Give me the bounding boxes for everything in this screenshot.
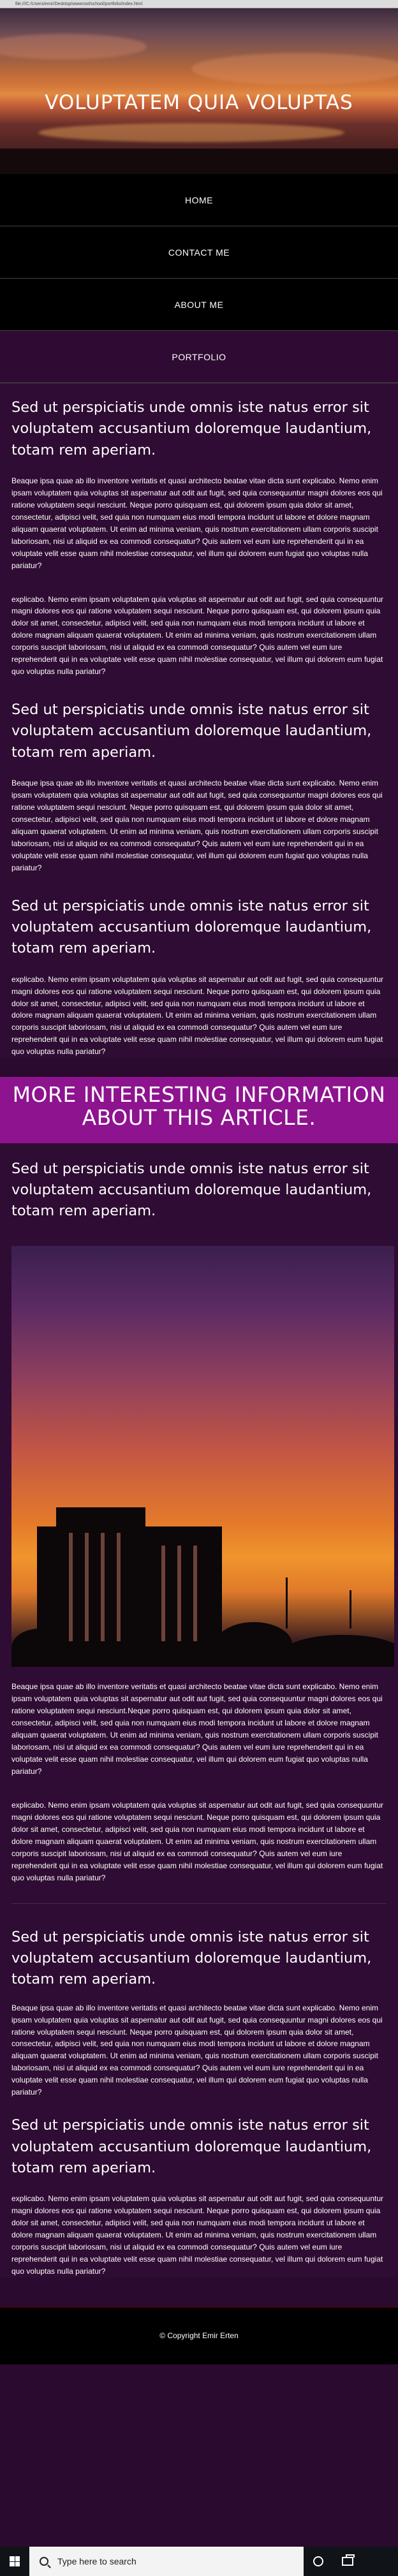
photo-window [69,1533,73,1642]
nav-item-contact[interactable]: CONTACT ME [0,226,398,279]
more-info-section: Sed ut perspiciatis unde omnis iste natu… [0,1143,398,2278]
more-heading: Sed ut perspiciatis unde omnis iste natu… [11,1160,372,1220]
photo-building [145,1526,222,1667]
more-heading: Sed ut perspiciatis unde omnis iste natu… [11,1928,372,1988]
address-url: file:///C:/Users/emir/Desktop/wwwroot/sc… [15,2,143,6]
photo-pole [286,1577,288,1629]
windows-icon[interactable] [0,2547,29,2576]
hero-cloud [0,34,147,59]
browser-address-bar[interactable]: file:///C:/Users/emir/Desktop/wwwroot/sc… [0,0,398,8]
article-heading: Sed ut perspiciatis unde omnis iste natu… [11,701,372,761]
section-divider [11,1903,387,1904]
article-paragraph: explicabo. Nemo enim ipsam voluptatem qu… [11,594,384,677]
hero-title: VOLUPTATEM QUIA VOLUPTAS [45,91,353,114]
nav-item-home[interactable]: HOME [0,174,398,226]
photo-window [177,1546,181,1642]
hero-cloud [38,123,344,142]
hero-skyline [0,149,398,174]
article-heading: Sed ut perspiciatis unde omnis iste natu… [11,897,372,957]
more-paragraph: Beaque ipsa quae ab illo inventore verit… [11,1682,383,1776]
page-footer: © Copyright Emir Erten [0,2306,398,2364]
main-nav: HOME CONTACT ME ABOUT ME PORTFOLIO [0,174,398,383]
photo-tree [11,1628,69,1667]
search-icon [40,2557,48,2566]
sunset-photo [11,1246,394,1667]
nav-item-about[interactable]: ABOUT ME [0,279,398,331]
photo-tree [286,1635,394,1667]
nav-item-portfolio[interactable]: PORTFOLIO [0,331,398,383]
more-paragraph: explicabo. Nemo enim ipsam voluptatem qu… [11,1801,384,1882]
photo-window [117,1533,121,1642]
photo-pole [350,1590,351,1629]
article-section: Sed ut perspiciatis unde omnis iste natu… [0,383,398,1058]
task-view-icon[interactable] [333,2547,362,2576]
hero-cloud [191,53,398,85]
more-heading: Sed ut perspiciatis unde omnis iste natu… [11,2117,372,2176]
article-paragraph: explicabo. Nemo enim ipsam voluptatem qu… [11,974,384,1057]
article-paragraph: Beaque ipsa quae ab illo inventore verit… [11,476,383,570]
cortana-icon[interactable] [304,2547,333,2576]
photo-tree [216,1622,292,1667]
copyright-text: © Copyright Emir Erten [159,2331,239,2341]
more-paragraph: explicabo. Nemo enim ipsam voluptatem qu… [11,2194,384,2276]
taskbar-search[interactable]: Type here to search [29,2547,304,2576]
article-paragraph: Beaque ipsa quae ab illo inventore verit… [11,779,383,872]
hero-banner: VOLUPTATEM QUIA VOLUPTAS [0,8,398,174]
article-heading: Sed ut perspiciatis unde omnis iste natu… [11,399,372,458]
info-banner: MORE INTERESTING INFORMATION ABOUT THIS … [0,1077,398,1143]
info-banner-text: MORE INTERESTING INFORMATION ABOUT THIS … [12,1082,386,1130]
more-paragraph: Beaque ipsa quae ab illo inventore verit… [11,2003,383,2097]
photo-window [161,1546,165,1642]
photo-window [193,1546,197,1642]
taskbar-search-placeholder: Type here to search [57,2556,136,2566]
photo-window [101,1533,105,1642]
photo-window [85,1533,89,1642]
windows-taskbar: Type here to search [0,2547,398,2576]
